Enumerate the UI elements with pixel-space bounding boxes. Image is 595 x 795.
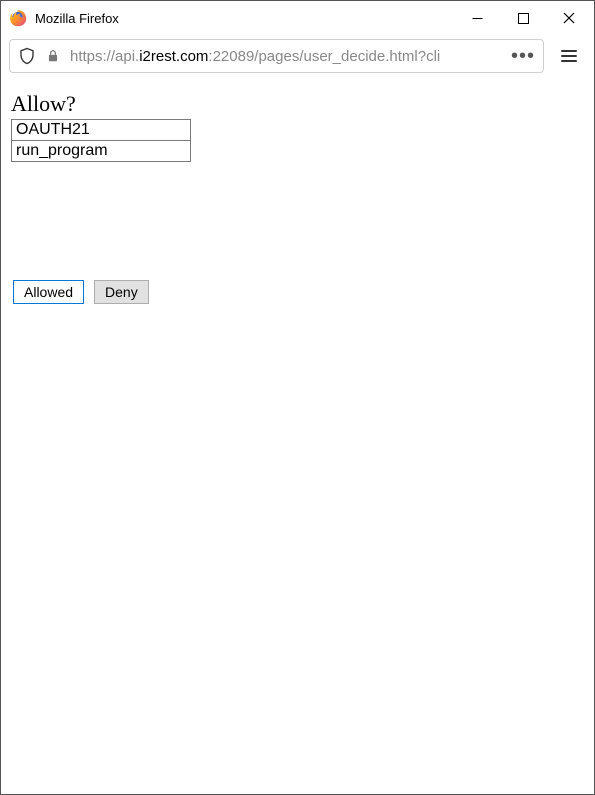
- scope-cell: OAUTH21: [12, 120, 191, 141]
- url-proto: https://: [70, 48, 115, 65]
- hamburger-menu-button[interactable]: [552, 39, 586, 73]
- lock-icon[interactable]: [46, 49, 60, 63]
- window-titlebar: Mozilla Firefox: [1, 1, 594, 35]
- maximize-button[interactable]: [500, 1, 546, 35]
- url-path: /pages/user_decide.html?cli: [254, 48, 440, 65]
- scope-table: OAUTH21 run_program: [11, 119, 191, 162]
- scope-cell: run_program: [12, 141, 191, 162]
- url-text: https://api.i2rest.com:22089/pages/user_…: [70, 48, 505, 65]
- browser-toolbar: https://api.i2rest.com:22089/pages/user_…: [1, 35, 594, 81]
- page-heading: Allow?: [11, 91, 584, 117]
- page-content: Allow? OAUTH21 run_program Allowed Deny: [1, 81, 594, 314]
- url-sub: api.: [115, 48, 139, 65]
- minimize-button[interactable]: [454, 1, 500, 35]
- close-button[interactable]: [546, 1, 592, 35]
- window-controls: [454, 1, 592, 35]
- deny-button[interactable]: Deny: [94, 280, 149, 304]
- window-title: Mozilla Firefox: [35, 11, 454, 26]
- tracking-protection-icon[interactable]: [18, 47, 36, 65]
- address-bar[interactable]: https://api.i2rest.com:22089/pages/user_…: [9, 39, 544, 73]
- button-row: Allowed Deny: [11, 280, 584, 304]
- url-port: :22089: [208, 48, 254, 65]
- page-actions-icon[interactable]: •••: [511, 51, 535, 61]
- table-row: run_program: [12, 141, 191, 162]
- allowed-button[interactable]: Allowed: [13, 280, 84, 304]
- table-row: OAUTH21: [12, 120, 191, 141]
- firefox-icon: [9, 9, 27, 27]
- url-domain: i2rest.com: [139, 48, 208, 65]
